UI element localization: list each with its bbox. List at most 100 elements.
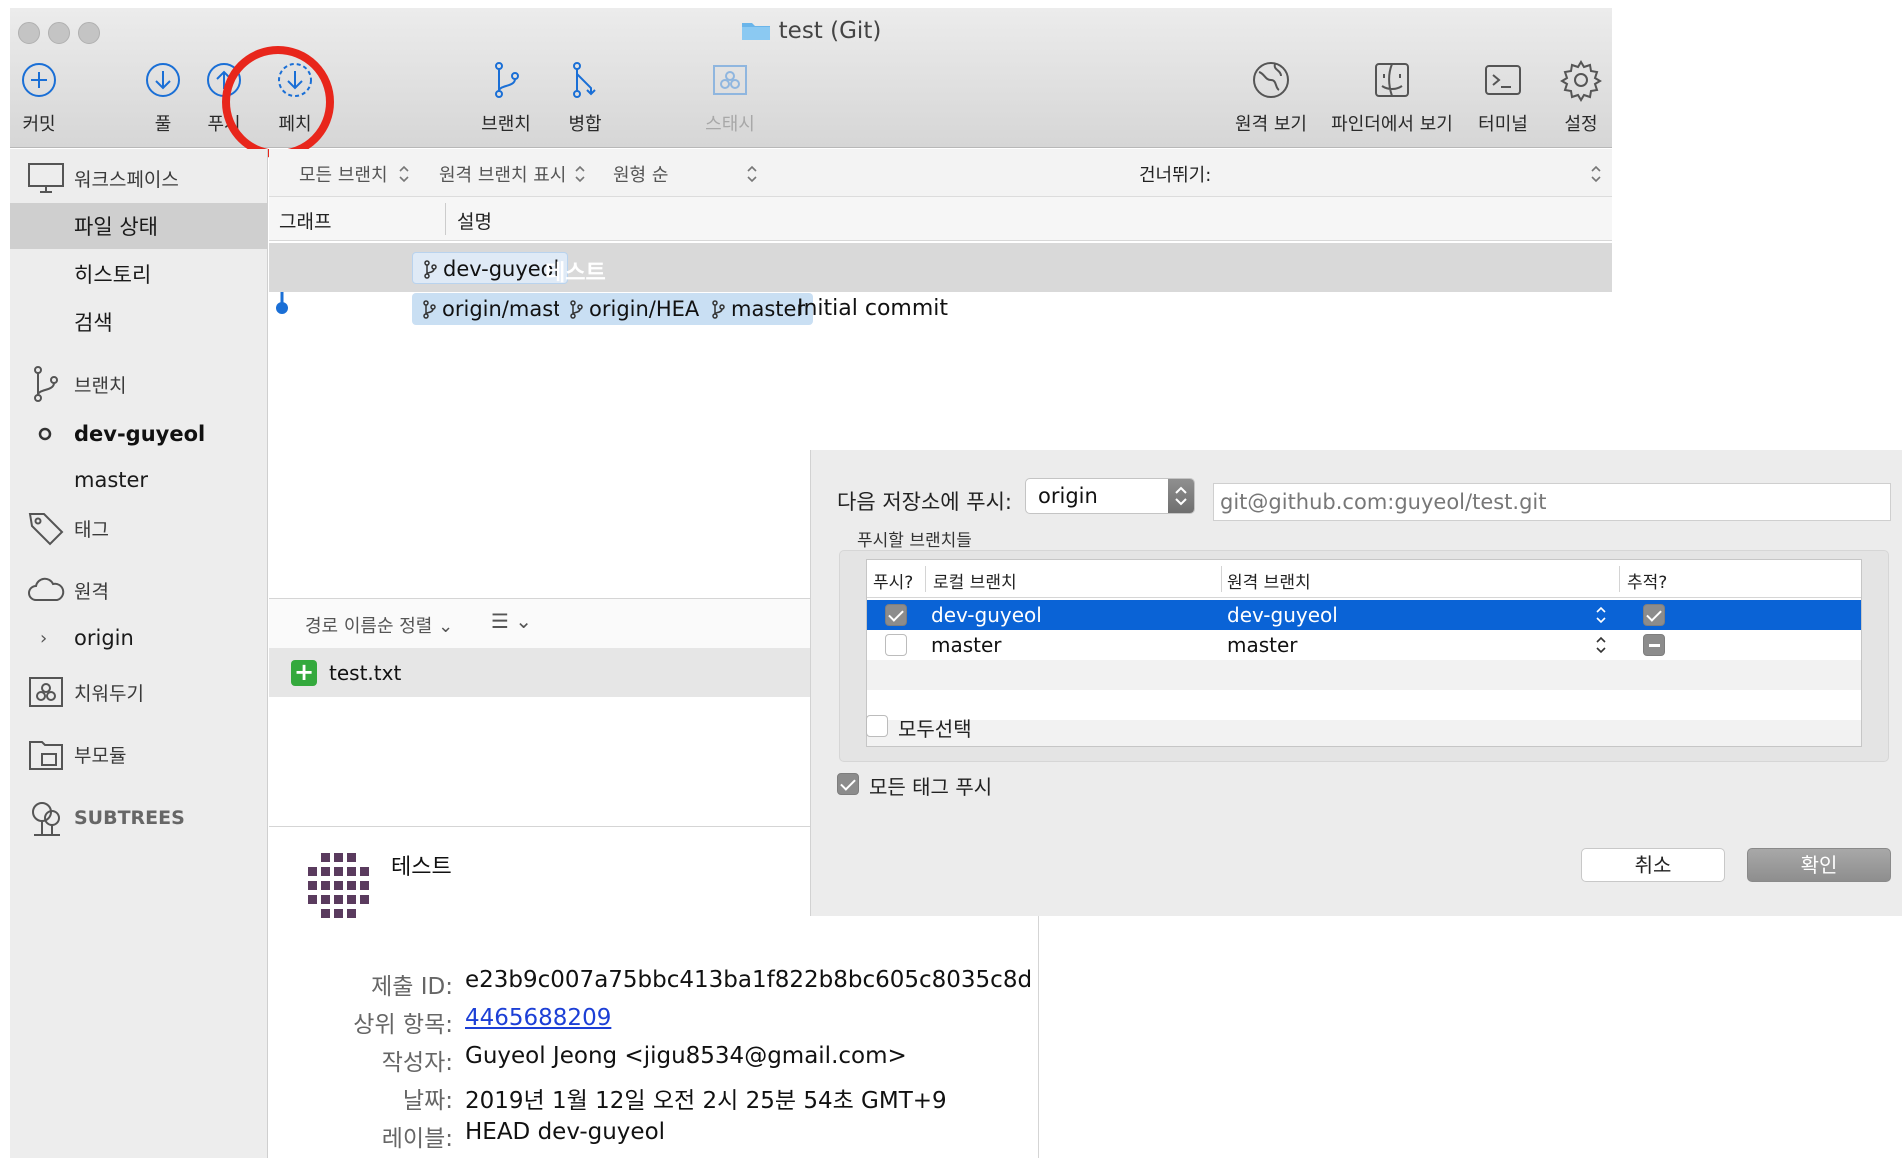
track-checkbox[interactable] xyxy=(1643,634,1665,656)
up-down-chevron-icon xyxy=(747,165,757,183)
cloud-icon xyxy=(28,577,65,601)
tag-icon xyxy=(28,513,64,546)
commit-row[interactable]: origin/master origin/HEAD master Initial… xyxy=(269,284,1612,333)
push-checkbox[interactable] xyxy=(885,634,907,656)
up-down-chevron-icon xyxy=(1168,479,1194,513)
commit-detail-title: 테스트 xyxy=(391,855,452,880)
remote-branch-column-header[interactable]: 원격 브랜치 xyxy=(1227,568,1311,593)
parent-link[interactable]: 4465688209 xyxy=(465,1005,611,1031)
file-added-icon: + xyxy=(291,660,317,686)
globe-icon xyxy=(1253,62,1289,98)
push-repo-label: 다음 저장소에 푸시: xyxy=(837,490,1012,514)
branch-tag-origin-head[interactable]: origin/HEAD xyxy=(559,293,724,325)
table-row[interactable]: master master xyxy=(867,630,1861,660)
toolbar: test (Git) 커밋 풀 푸시 페치 브랜치 병합 스태시 원격 보기 파… xyxy=(10,8,1612,158)
commit-message: Initial commit xyxy=(797,296,949,321)
plus-circle-icon xyxy=(22,63,56,97)
column-separator xyxy=(1221,566,1222,592)
chevron-right-icon[interactable]: › xyxy=(40,628,47,649)
track-column-header[interactable]: 추적? xyxy=(1627,568,1667,593)
sidebar-item-remote-origin[interactable]: › origin xyxy=(10,615,268,661)
remote-view-button[interactable]: 원격 보기 xyxy=(1216,58,1326,136)
all-branches-select[interactable]: 모든 브랜치 xyxy=(299,161,388,187)
sidebar-item-branch-master[interactable]: master xyxy=(10,457,268,503)
sidebar-item-subtrees[interactable]: SUBTREES xyxy=(10,795,268,841)
sidebar-item-remotes[interactable]: 원격 xyxy=(10,567,268,613)
stash-icon xyxy=(713,65,747,95)
list-view-icon[interactable]: ☰ ⌄ xyxy=(491,609,532,633)
merge-button[interactable]: 병합 xyxy=(530,58,640,136)
graph-column-header[interactable]: 그래프 xyxy=(279,207,331,234)
push-all-tags-checkbox[interactable] xyxy=(837,773,859,795)
labels-value: HEAD dev-guyeol xyxy=(465,1119,666,1145)
up-down-chevron-icon[interactable] xyxy=(1595,635,1607,655)
ok-button[interactable]: 확인 xyxy=(1747,848,1891,882)
log-filter-bar: 모든 브랜치 원격 브랜치 표시 원형 순 건너뛰기: xyxy=(269,149,1612,197)
sidebar-item-submodules[interactable]: 부모듈 xyxy=(10,731,268,777)
commit-list-header: 그래프 설명 xyxy=(269,197,1612,241)
monitor-icon xyxy=(28,163,64,193)
track-checkbox[interactable] xyxy=(1643,604,1665,626)
select-all-label: 모두선택 xyxy=(898,717,972,741)
stash-button[interactable]: 스태시 xyxy=(675,58,785,136)
repo-select[interactable]: origin xyxy=(1025,478,1195,514)
window-title: test (Git) xyxy=(10,18,1612,44)
tree-icon xyxy=(32,802,60,836)
sidebar-item-branch-dev-guyeol[interactable]: dev-guyeol xyxy=(10,411,268,457)
up-down-chevron-icon xyxy=(399,165,409,183)
up-down-chevron-icon[interactable] xyxy=(1589,163,1603,185)
author-value: Guyeol Jeong <jigu8534@gmail.com> xyxy=(465,1043,907,1069)
push-all-tags-label: 모든 태그 푸시 xyxy=(869,775,993,799)
remote-url-field[interactable] xyxy=(1213,483,1891,521)
branch-icon xyxy=(570,300,583,319)
table-row[interactable]: dev-guyeol dev-guyeol xyxy=(867,600,1861,630)
stash-icon xyxy=(29,677,63,707)
folder-icon xyxy=(741,19,771,41)
sidebar-item-file-status[interactable]: 파일 상태 xyxy=(10,203,268,249)
table-row-empty xyxy=(867,690,1861,720)
sort-by-path-select[interactable]: 경로 이름순 정렬 ⌄ xyxy=(305,612,453,638)
cancel-button[interactable]: 취소 xyxy=(1581,848,1725,882)
table-header: 푸시? 로컬 브랜치 원격 브랜치 추적? xyxy=(867,560,1861,598)
sidebar-item-history[interactable]: 히스토리 xyxy=(10,251,268,297)
remote-url-input[interactable] xyxy=(1214,484,1890,520)
select-all-checkbox[interactable] xyxy=(866,715,888,737)
local-branch-column-header[interactable]: 로컬 브랜치 xyxy=(933,568,1017,593)
merge-icon xyxy=(573,62,596,98)
gear-icon xyxy=(1560,60,1602,102)
branch-push-table: 푸시? 로컬 브랜치 원격 브랜치 추적? dev-guyeol dev-guy… xyxy=(866,559,1862,747)
terminal-icon xyxy=(1485,65,1521,95)
avatar xyxy=(308,853,369,918)
jump-to-label: 건너뛰기: xyxy=(1139,165,1212,186)
show-remote-branches-select[interactable]: 원격 브랜치 표시 xyxy=(439,161,566,187)
table-row-empty xyxy=(867,660,1861,690)
branch-icon xyxy=(424,260,437,279)
description-column-header[interactable]: 설명 xyxy=(457,207,492,234)
file-row[interactable]: + test.txt xyxy=(269,648,829,697)
push-column-header[interactable]: 푸시? xyxy=(873,568,913,593)
sidebar-item-branches[interactable]: 브랜치 xyxy=(10,361,268,407)
sidebar-item-search[interactable]: 검색 xyxy=(10,299,268,345)
push-dialog: 다음 저장소에 푸시: origin 푸시할 브랜치들 푸시? 로컬 브랜치 원… xyxy=(810,450,1902,916)
commit-id-label: 제출 ID: xyxy=(371,974,453,1000)
push-highlight-circle xyxy=(222,46,334,158)
ancestor-order-select[interactable]: 원형 순 xyxy=(613,161,668,187)
branch-icon xyxy=(712,300,725,319)
sidebar: 워크스페이스 파일 상태 히스토리 검색 브랜치 dev-guyeol mast… xyxy=(10,149,268,1158)
commit-message: 테스트 xyxy=(545,261,606,286)
finder-view-button[interactable]: 파인더에서 보기 xyxy=(1326,58,1458,136)
finder-icon xyxy=(1375,63,1409,97)
settings-button[interactable]: 설정 xyxy=(1526,58,1612,136)
sidebar-item-tags[interactable]: 태그 xyxy=(10,505,268,551)
branch-icon xyxy=(423,300,436,319)
commit-button[interactable]: 커밋 xyxy=(10,58,94,136)
push-checkbox[interactable] xyxy=(885,604,907,626)
author-label: 작성자: xyxy=(381,1050,453,1076)
branch-icon xyxy=(495,62,519,98)
sidebar-item-stashes[interactable]: 치워두기 xyxy=(10,669,268,715)
sidebar-item-workspace[interactable]: 워크스페이스 xyxy=(10,155,268,201)
file-sort-bar: 경로 이름순 정렬 ⌄ ☰ ⌄ xyxy=(269,598,829,648)
date-label: 날짜: xyxy=(402,1088,453,1114)
up-down-chevron-icon[interactable] xyxy=(1595,605,1607,625)
branches-group: 푸시? 로컬 브랜치 원격 브랜치 추적? dev-guyeol dev-guy… xyxy=(839,550,1889,762)
